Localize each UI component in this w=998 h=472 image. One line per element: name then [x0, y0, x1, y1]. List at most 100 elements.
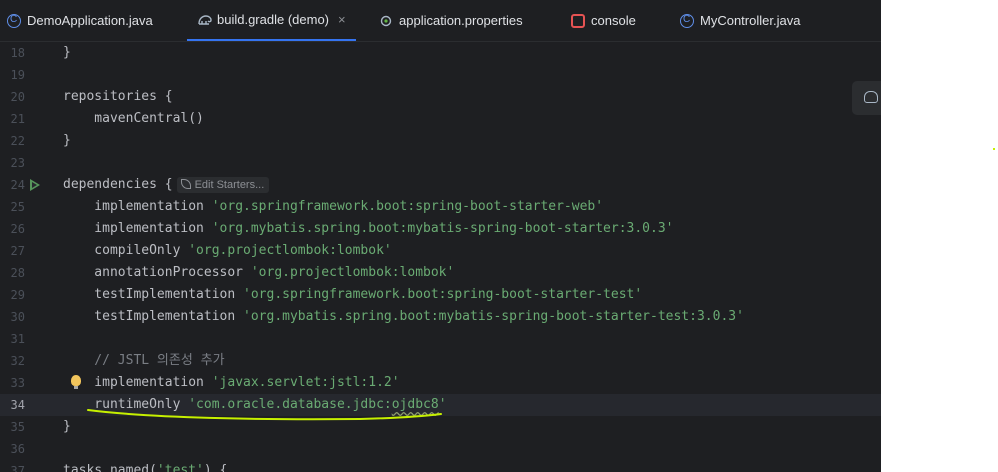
line-number: 32 [10, 354, 25, 368]
line-code[interactable]: } [63, 42, 71, 64]
code-string: ' [438, 397, 447, 412]
line-code[interactable]: compileOnly 'org.projectlombok:lombok' [63, 240, 392, 262]
tab-my-controller[interactable]: MyController.java [680, 0, 800, 41]
ide-window: DemoApplication.java build.gradle (demo)… [0, 0, 881, 472]
code-line: 33 implementation 'javax.servlet:jstl:1.… [0, 372, 881, 394]
code-line: 23 [0, 152, 881, 174]
line-number: 34 [10, 398, 25, 412]
line-number: 19 [10, 68, 25, 82]
code-keyword: testImplementation [63, 309, 244, 324]
spring-leaf-icon [180, 179, 191, 189]
line-code[interactable]: mavenCentral() [63, 108, 204, 130]
line-code[interactable]: implementation 'javax.servlet:jstl:1.2' [63, 372, 400, 394]
line-code[interactable]: runtimeOnly 'com.oracle.database.jdbc:oj… [63, 394, 447, 416]
code-line: 22 } [0, 130, 881, 152]
code-line: 25 implementation 'org.springframework.b… [0, 196, 881, 218]
code-keyword: compileOnly [63, 243, 189, 258]
line-number: 26 [10, 222, 25, 236]
line-code[interactable]: annotationProcessor 'org.projectlombok:l… [63, 262, 454, 284]
tab-label: application.properties [399, 13, 523, 28]
gradle-icon [197, 13, 212, 27]
tab-label: MyController.java [700, 13, 801, 28]
code-line: 28 annotationProcessor 'org.projectlombo… [0, 262, 881, 284]
code-keyword: implementation [63, 375, 212, 390]
code-line: 31 [0, 328, 881, 350]
code-line: 19 [0, 64, 881, 86]
code-string: 'com.oracle.database.jdbc: [188, 397, 392, 412]
code-line: 37 tasks.named('test') { [0, 460, 881, 472]
line-code[interactable]: } [63, 130, 71, 152]
class-icon [7, 13, 21, 28]
code-line: 32 // JSTL 의존성 추가 [0, 350, 881, 372]
line-code[interactable]: repositories { [63, 86, 173, 108]
code-string: 'org.projectlombok:lombok' [250, 265, 455, 280]
edit-starters-hint[interactable]: Edit Starters... [176, 177, 270, 193]
code-line: 18 } [0, 42, 881, 64]
annotation-dot [993, 148, 995, 150]
code-line: 27 compileOnly 'org.projectlombok:lombok… [0, 240, 881, 262]
tab-label: console [591, 13, 636, 28]
tab-application-properties[interactable]: application.properties [379, 0, 523, 41]
code-keyword: testImplementation [63, 287, 244, 302]
line-number: 21 [10, 112, 25, 126]
console-icon [571, 13, 585, 28]
properties-icon [379, 14, 393, 28]
code-string: 'org.mybatis.spring.boot:mybatis-spring-… [243, 309, 744, 324]
line-code[interactable]: dependencies { Edit Starters... [63, 174, 270, 196]
code-text: dependencies { [63, 177, 173, 192]
code-string: 'org.springframework.boot:spring-boot-st… [211, 199, 604, 214]
code-line: 30 testImplementation 'org.mybatis.sprin… [0, 306, 881, 328]
line-number: 20 [10, 90, 25, 104]
line-number: 23 [10, 156, 25, 170]
gradle-elephant-icon [864, 91, 878, 103]
code-line: 24 dependencies { Edit Starters... [0, 174, 881, 196]
tab-console[interactable]: console [571, 0, 636, 41]
line-code[interactable]: testImplementation 'org.springframework.… [63, 284, 642, 306]
class-icon [680, 13, 694, 28]
code-string: 'org.springframework.boot:spring-boot-st… [243, 287, 643, 302]
line-number: 25 [10, 200, 25, 214]
line-number: 31 [10, 332, 25, 346]
line-number: 36 [10, 442, 25, 456]
line-code[interactable]: implementation 'org.mybatis.spring.boot:… [63, 218, 674, 240]
code-keyword: implementation [63, 221, 212, 236]
line-code[interactable]: } [63, 416, 71, 438]
code-string: 'org.projectlombok:lombok' [188, 243, 392, 258]
code-editor[interactable]: 18 } 19 20 repositories { 21 mavenCentra… [0, 42, 881, 472]
gradle-load-changes-button[interactable] [852, 81, 881, 115]
line-number: 37 [10, 464, 25, 472]
code-string: 'javax.servlet:jstl:1.2' [211, 375, 400, 390]
line-code[interactable]: testImplementation 'org.mybatis.spring.b… [63, 306, 744, 328]
tab-label: build.gradle (demo) [217, 12, 330, 27]
tab-label: DemoApplication.java [27, 13, 153, 28]
line-number: 30 [10, 310, 25, 324]
code-line-current: 34 runtimeOnly 'com.oracle.database.jdbc… [0, 394, 881, 416]
edit-starters-label: Edit Starters... [194, 179, 265, 191]
editor-tab-bar: DemoApplication.java build.gradle (demo)… [0, 0, 881, 42]
code-line: 26 implementation 'org.mybatis.spring.bo… [0, 218, 881, 240]
code-keyword: implementation [63, 199, 212, 214]
line-number: 28 [10, 266, 25, 280]
code-string: 'test' [156, 463, 204, 472]
line-number: 24 [10, 178, 25, 192]
line-number: 33 [10, 376, 25, 390]
code-keyword: annotationProcessor [63, 265, 251, 280]
code-tail: ) { [203, 463, 228, 472]
code-keyword: runtimeOnly [63, 397, 189, 412]
code-string: 'org.mybatis.spring.boot:mybatis-spring-… [211, 221, 674, 236]
line-code[interactable]: implementation 'org.springframework.boot… [63, 196, 603, 218]
close-icon[interactable]: × [338, 12, 346, 27]
code-string-warning: ojdbc8 [391, 397, 439, 412]
code-line: 29 testImplementation 'org.springframewo… [0, 284, 881, 306]
tab-build-gradle[interactable]: build.gradle (demo) × [187, 0, 356, 41]
line-number: 18 [10, 46, 25, 60]
line-number: 35 [10, 420, 25, 434]
run-gutter-icon[interactable] [30, 179, 40, 191]
line-code[interactable]: tasks.named('test') { [63, 460, 227, 472]
line-number: 27 [10, 244, 25, 258]
code-line: 20 repositories { [0, 86, 881, 108]
code-comment[interactable]: // JSTL 의존성 추가 [63, 350, 224, 372]
code-line: 36 [0, 438, 881, 460]
code-line: 35 } [0, 416, 881, 438]
tab-demo-application[interactable]: DemoApplication.java [7, 0, 153, 41]
